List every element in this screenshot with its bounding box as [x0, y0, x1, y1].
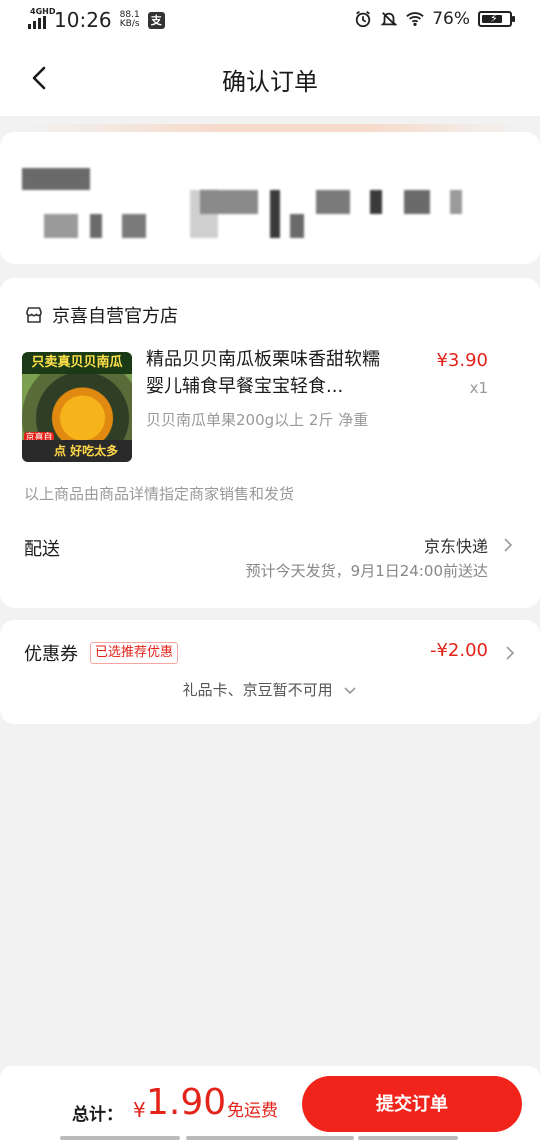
total-amount: 1.90: [146, 1082, 227, 1123]
store-icon: [26, 307, 42, 323]
submit-order-button[interactable]: 提交订单: [302, 1076, 522, 1132]
home-indicator: [0, 1136, 540, 1140]
alipay-notification-icon: 支: [147, 11, 165, 29]
seller-note: 以上商品由商品详情指定商家销售和发货: [24, 485, 295, 503]
battery-percent: 76%: [432, 9, 470, 29]
network-type: 4GHD: [30, 7, 56, 16]
shipping-chevron-right-icon[interactable]: [501, 538, 515, 552]
shipping-label: 配送: [24, 539, 60, 560]
nav-bar: 确认订单: [0, 42, 540, 116]
shop-name[interactable]: 京喜自营官方店: [52, 302, 178, 328]
gift-card-text: 礼品卡、京豆暂不可用: [182, 681, 333, 699]
chevron-down-icon: [344, 686, 356, 694]
wifi-icon: [406, 12, 424, 27]
shipping-estimate: 预计今天发货，9月1日24:00前送达: [245, 562, 488, 580]
speed-unit: KB/s: [119, 19, 140, 29]
status-time: 10:26: [54, 8, 112, 32]
coupon-card: [0, 620, 540, 724]
shipping-carrier[interactable]: 京东快递: [424, 533, 488, 557]
thumb-top-text: 只卖真贝贝南瓜: [22, 352, 132, 374]
network-speed: 88.1 KB/s: [120, 11, 140, 29]
coupon-selected-tag: 已选推荐优惠: [90, 642, 179, 664]
product-spec: 贝贝南瓜单果200g以上 2斤 净重: [146, 411, 369, 429]
coupon-label: 优惠券: [24, 644, 78, 665]
status-bar: 4GHD 10:26 88.1 KB/s 支 76% ⚡: [0, 0, 540, 42]
product-thumbnail[interactable]: 只卖真贝贝南瓜 京喜自营 包邮 点 好吃太多: [22, 352, 132, 462]
mute-bell-icon: [380, 12, 398, 26]
free-shipping-label: 免运费: [227, 1101, 278, 1121]
product-title[interactable]: 精品贝贝南瓜板栗味香甜软糯婴儿辅食早餐宝宝轻食...: [146, 346, 396, 400]
gift-card-note[interactable]: 礼品卡、京豆暂不可用: [0, 679, 540, 700]
total-currency: ¥: [133, 1098, 146, 1122]
product-price: ¥3.90: [436, 350, 488, 371]
thumb-bottom-text: 点 好吃太多: [22, 440, 132, 462]
coupon-chevron-right-icon[interactable]: [503, 646, 517, 660]
total-label: 总计：: [72, 1105, 123, 1125]
battery-icon: ⚡: [478, 11, 515, 27]
page-title: 确认订单: [222, 68, 318, 96]
address-card[interactable]: [0, 132, 540, 264]
alarm-icon: [356, 11, 371, 28]
product-quantity: x1: [469, 379, 488, 397]
coupon-value[interactable]: -¥2.00: [430, 640, 488, 661]
cell-signal-icon: 4GHD: [28, 7, 55, 29]
